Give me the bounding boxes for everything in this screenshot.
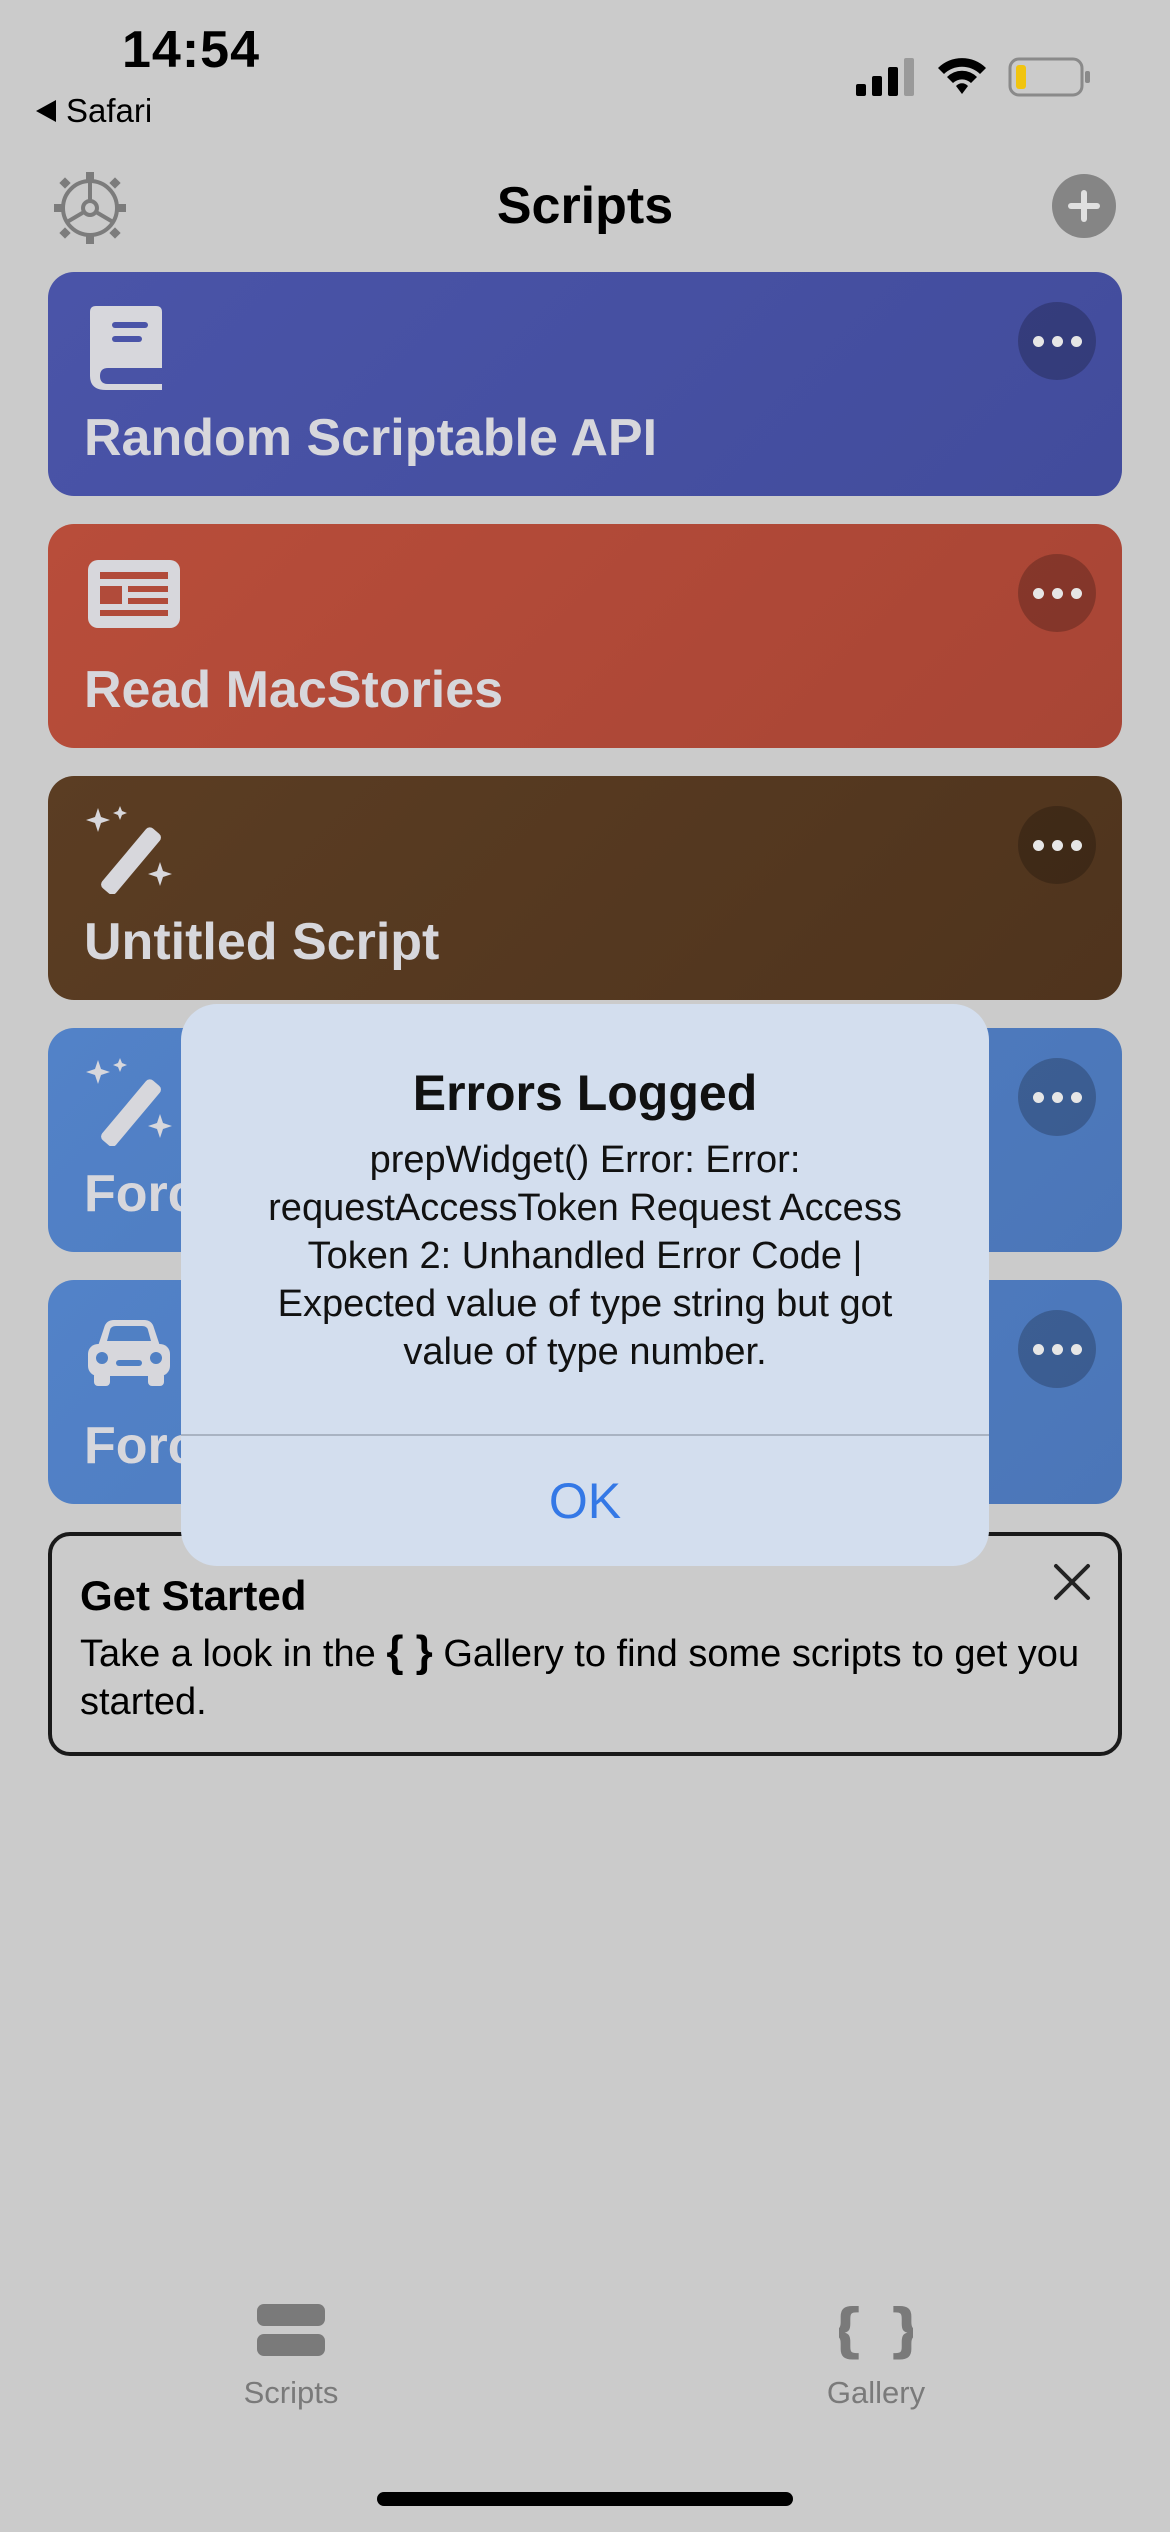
wifi-icon: [938, 58, 986, 94]
script-card-label: Forc: [84, 1165, 197, 1223]
cellular-signal-icon: [856, 58, 914, 96]
magic-wand-icon: [86, 806, 172, 894]
back-label: Safari: [66, 92, 153, 129]
script-card-label: Forc: [84, 1417, 197, 1475]
dot-icon: [1032, 839, 1044, 851]
dot-icon: [1032, 1091, 1044, 1103]
alert-message: prepWidget() Error: Error: requestAccess…: [268, 1139, 902, 1373]
status-time: 14:54: [122, 21, 260, 79]
newspaper-icon: [88, 560, 180, 628]
tab-label: Gallery: [826, 2375, 926, 2410]
dot-icon: [1032, 587, 1044, 599]
tab-label: Scripts: [243, 2375, 339, 2410]
errors-logged-alert: Errors Logged prepWidget() Error: Error:…: [181, 1004, 989, 1566]
more-options-button[interactable]: [1018, 302, 1096, 380]
script-card-random-scriptable-api[interactable]: Random Scriptable API: [48, 272, 1122, 496]
battery-icon: [1008, 57, 1090, 97]
back-arrow-icon: [36, 100, 56, 122]
braces-icon: { }: [386, 1627, 433, 1676]
dot-icon: [1032, 335, 1044, 347]
dot-icon: [1070, 839, 1082, 851]
script-card-label: Untitled Script: [84, 913, 440, 971]
alert-title: Errors Logged: [412, 1065, 758, 1121]
dot-icon: [1051, 1343, 1063, 1355]
add-script-button[interactable]: [1052, 174, 1116, 238]
script-card-untitled-script[interactable]: Untitled Script: [48, 776, 1122, 1000]
more-options-button[interactable]: [1018, 1058, 1096, 1136]
page-title: Scripts: [496, 177, 674, 235]
dot-icon: [1070, 1091, 1082, 1103]
tab-gallery[interactable]: { } Gallery: [756, 2296, 996, 2411]
get-started-title: Get Started: [80, 1572, 307, 1619]
dot-icon: [1032, 1343, 1044, 1355]
book-icon: [90, 306, 162, 390]
more-options-button[interactable]: [1018, 1310, 1096, 1388]
dot-icon: [1051, 587, 1063, 599]
back-to-safari-link[interactable]: Safari: [36, 92, 152, 130]
dot-icon: [1051, 839, 1063, 851]
script-card-label: Read MacStories: [84, 661, 504, 719]
more-options-button[interactable]: [1018, 554, 1096, 632]
car-icon: [88, 1320, 170, 1386]
plus-icon: [1068, 190, 1100, 222]
script-card-read-macstories[interactable]: Read MacStories: [48, 524, 1122, 748]
tab-scripts[interactable]: Scripts: [171, 2300, 411, 2411]
dot-icon: [1070, 587, 1082, 599]
scripts-stack-icon: [257, 2304, 325, 2356]
dot-icon: [1070, 1343, 1082, 1355]
magic-wand-icon: [86, 1058, 172, 1146]
home-indicator: [377, 2492, 793, 2506]
get-started-text-part: Take a look in the: [80, 1633, 387, 1675]
script-card-label: Random Scriptable API: [84, 409, 658, 467]
ok-button[interactable]: OK: [181, 1436, 989, 1566]
dot-icon: [1070, 335, 1082, 347]
get-started-text: Take a look in the { } Gallery to find s…: [80, 1628, 1100, 1726]
braces-icon: { }: [825, 2296, 928, 2364]
more-options-button[interactable]: [1018, 806, 1096, 884]
svg-text:{ }: { }: [839, 2300, 913, 2360]
dot-icon: [1051, 335, 1063, 347]
close-icon[interactable]: [1048, 1558, 1096, 1606]
dot-icon: [1051, 1091, 1063, 1103]
